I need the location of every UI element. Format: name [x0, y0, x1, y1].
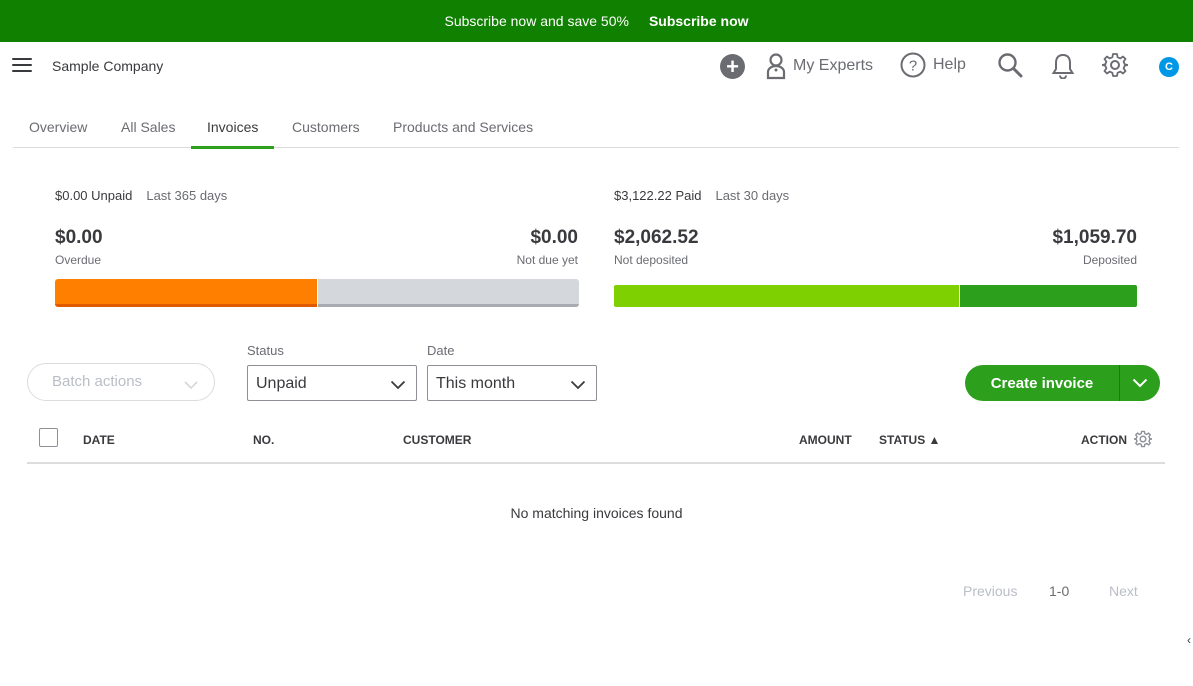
status-filter-dropdown[interactable]: Unpaid — [247, 365, 417, 401]
page-range: 1-0 — [1049, 583, 1070, 599]
sales-tabs: Overview All Sales Invoices Customers Pr… — [13, 108, 1179, 149]
unpaid-period: Last 365 days — [146, 188, 228, 203]
gear-icon[interactable] — [1102, 52, 1128, 78]
deposited-amount: $1,059.70 — [1052, 227, 1137, 248]
next-page-button[interactable]: Next — [1109, 583, 1138, 599]
subscribe-now-link[interactable]: Subscribe now — [649, 13, 749, 29]
not-due-bar[interactable] — [318, 279, 579, 307]
chevron-down-icon — [390, 377, 406, 395]
help-button[interactable]: ? Help — [900, 52, 966, 78]
tab-customers[interactable]: Customers — [292, 119, 360, 148]
tab-products-and-services[interactable]: Products and Services — [393, 119, 533, 148]
date-filter-value: This month — [436, 375, 516, 392]
unpaid-summary-header: $0.00 Unpaid Last 365 days — [55, 188, 227, 203]
chevron-down-icon — [1132, 378, 1148, 388]
batch-actions-dropdown[interactable]: Batch actions — [27, 363, 215, 401]
status-filter-label: Status — [247, 343, 284, 358]
chevron-left-icon[interactable]: ‹ — [1187, 633, 1191, 647]
question-icon: ? — [900, 52, 926, 78]
search-icon[interactable] — [997, 52, 1023, 78]
not-deposited-bar[interactable] — [614, 285, 959, 307]
paid-title: $3,122.22 Paid — [614, 188, 702, 203]
column-date[interactable]: DATE — [83, 433, 115, 447]
column-amount[interactable]: AMOUNT — [799, 433, 852, 447]
overdue-amount: $0.00 — [55, 227, 103, 248]
batch-actions-label: Batch actions — [52, 373, 143, 390]
promo-banner: Subscribe now and save 50% Subscribe now — [0, 0, 1193, 42]
overdue-label: Overdue — [55, 253, 102, 267]
not-deposited-label: Not deposited — [614, 253, 689, 267]
plus-icon[interactable]: + — [720, 54, 745, 79]
chevron-down-icon — [570, 377, 586, 395]
tab-overview[interactable]: Overview — [29, 119, 87, 148]
my-experts-button[interactable]: My Experts — [765, 52, 873, 80]
company-name: Sample Company — [52, 58, 164, 74]
chevron-down-icon — [184, 377, 198, 394]
date-filter-label: Date — [427, 343, 455, 358]
unpaid-title: $0.00 Unpaid — [55, 188, 133, 203]
not-deposited-amount: $2,062.52 — [614, 227, 699, 248]
select-all-checkbox[interactable] — [39, 428, 58, 447]
column-action: ACTION — [1081, 433, 1127, 447]
paid-period: Last 30 days — [715, 188, 790, 203]
promo-text: Subscribe now and save 50% — [444, 13, 629, 29]
create-invoice-split-button: Create invoice — [965, 365, 1160, 401]
svg-text:?: ? — [909, 58, 917, 75]
overdue-bar[interactable] — [55, 279, 317, 307]
empty-table-message: No matching invoices found — [510, 505, 683, 521]
date-filter-dropdown[interactable]: This month — [427, 365, 597, 401]
tab-all-sales[interactable]: All Sales — [121, 119, 175, 148]
bell-icon[interactable] — [1051, 52, 1075, 79]
create-invoice-menu-button[interactable] — [1120, 378, 1160, 388]
hamburger-icon[interactable] — [12, 58, 32, 74]
previous-page-button[interactable]: Previous — [963, 583, 1017, 599]
column-number[interactable]: NO. — [253, 433, 274, 447]
deposited-label: Deposited — [1082, 253, 1137, 267]
column-customer[interactable]: CUSTOMER — [403, 433, 471, 447]
status-filter-value: Unpaid — [256, 375, 307, 392]
my-experts-label: My Experts — [793, 57, 874, 74]
tab-invoices[interactable]: Invoices — [190, 119, 275, 149]
person-icon — [765, 52, 787, 80]
not-due-amount: $0.00 — [530, 227, 578, 248]
column-status[interactable]: STATUS ▲ — [879, 433, 940, 447]
invoice-table-header: DATE NO. CUSTOMER AMOUNT STATUS ▲ ACTION — [27, 420, 1165, 464]
avatar[interactable]: C — [1159, 57, 1179, 77]
create-invoice-button[interactable]: Create invoice — [965, 375, 1119, 392]
top-bar: Sample Company + My Experts ? Help C — [0, 42, 1193, 92]
help-label: Help — [933, 56, 966, 73]
deposited-bar[interactable] — [960, 285, 1137, 307]
not-due-label: Not due yet — [516, 253, 578, 267]
table-settings-gear-icon[interactable] — [1133, 430, 1153, 453]
paid-summary-header: $3,122.22 Paid Last 30 days — [614, 188, 789, 203]
